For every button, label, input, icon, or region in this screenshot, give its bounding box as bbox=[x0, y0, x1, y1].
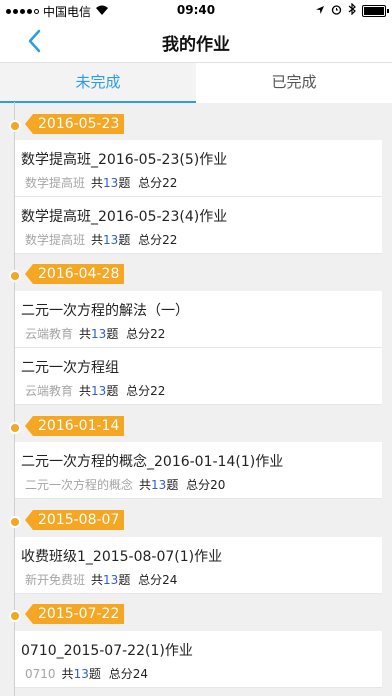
bluetooth-icon bbox=[348, 2, 356, 18]
homework-meta: 二元一次方程的概念 共13题 总分20 bbox=[25, 476, 225, 493]
total-score: 总分20 bbox=[186, 478, 226, 492]
tab-completed[interactable]: 已完成 bbox=[196, 63, 392, 101]
question-count: 13 bbox=[91, 327, 107, 341]
class-name: 二元一次方程的概念 bbox=[25, 478, 134, 492]
count-prefix: 共 bbox=[79, 384, 92, 398]
homework-title: 数学提高班_2016-05-23(4)作业 bbox=[21, 209, 228, 225]
date-tag: 2015-07-22 bbox=[24, 604, 125, 624]
count-suffix: 题 bbox=[118, 233, 131, 247]
count-suffix: 题 bbox=[166, 478, 179, 492]
homework-item[interactable]: 收费班级1_2015-08-07(1)作业 新开免费班 共13题 总分24 bbox=[15, 537, 382, 594]
class-name: 云端教育 bbox=[25, 327, 74, 341]
count-suffix: 题 bbox=[106, 384, 119, 398]
homework-meta: 云端教育 共13题 总分22 bbox=[25, 382, 165, 399]
homework-title: 二元一次方程组 bbox=[21, 360, 119, 376]
homework-meta: 云端教育 共13题 总分22 bbox=[25, 325, 165, 342]
total-score: 总分22 bbox=[138, 176, 178, 190]
homework-item[interactable]: 二元一次方程组 云端教育 共13题 总分22 bbox=[15, 348, 382, 405]
count-prefix: 共 bbox=[91, 176, 104, 190]
homework-meta: 数学提高班 共13题 总分22 bbox=[25, 174, 177, 191]
date-tag: 2016-01-14 bbox=[24, 416, 125, 436]
count-prefix: 共 bbox=[91, 573, 104, 587]
class-name: 云端教育 bbox=[25, 384, 74, 398]
question-count: 13 bbox=[151, 478, 167, 492]
homework-meta: 数学提高班 共13题 总分22 bbox=[25, 231, 177, 248]
timeline-dot bbox=[9, 120, 21, 132]
total-score: 总分22 bbox=[126, 384, 166, 398]
alarm-icon bbox=[331, 4, 342, 18]
question-count: 13 bbox=[103, 233, 119, 247]
question-count: 13 bbox=[103, 573, 119, 587]
date-tag: 2016-04-28 bbox=[24, 264, 125, 284]
battery-icon bbox=[362, 4, 389, 17]
homework-meta: 新开免费班 共13题 总分24 bbox=[25, 571, 177, 588]
class-name: 数学提高班 bbox=[25, 176, 86, 190]
question-count: 13 bbox=[73, 667, 89, 681]
status-bar: 中国电信 09:40 bbox=[0, 0, 392, 20]
homework-title: 0710_2015-07-22(1)作业 bbox=[21, 643, 193, 659]
date-tag: 2015-08-07 bbox=[24, 510, 125, 530]
tab-incomplete[interactable]: 未完成 bbox=[0, 63, 196, 103]
homework-meta: 0710 共13题 总分24 bbox=[25, 665, 148, 682]
homework-item[interactable]: 数学提高班_2016-05-23(4)作业 数学提高班 共13题 总分22 bbox=[15, 197, 382, 254]
count-suffix: 题 bbox=[106, 327, 119, 341]
homework-item[interactable]: 数学提高班_2016-05-23(5)作业 数学提高班 共13题 总分22 bbox=[15, 140, 382, 197]
class-name: 新开免费班 bbox=[25, 573, 86, 587]
date-tag: 2016-05-23 bbox=[24, 114, 125, 134]
homework-title: 二元一次方程的解法（一） bbox=[21, 303, 189, 319]
count-prefix: 共 bbox=[91, 233, 104, 247]
count-prefix: 共 bbox=[139, 478, 152, 492]
timeline-dot bbox=[9, 422, 21, 434]
location-icon bbox=[315, 4, 325, 18]
class-name: 数学提高班 bbox=[25, 233, 86, 247]
page-title: 我的作业 bbox=[162, 35, 230, 55]
total-score: 总分22 bbox=[138, 233, 178, 247]
class-name: 0710 bbox=[25, 667, 56, 681]
homework-title: 数学提高班_2016-05-23(5)作业 bbox=[21, 152, 228, 168]
tab-bar: 未完成 已完成 bbox=[0, 62, 392, 103]
total-score: 总分24 bbox=[138, 573, 178, 587]
total-score: 总分22 bbox=[126, 327, 166, 341]
homework-item[interactable]: 0710_2015-07-22(1)作业 0710 共13题 总分24 bbox=[15, 631, 382, 688]
homework-title: 二元一次方程的概念_2016-01-14(1)作业 bbox=[21, 454, 284, 470]
total-score: 总分24 bbox=[108, 667, 148, 681]
count-suffix: 题 bbox=[118, 573, 131, 587]
count-prefix: 共 bbox=[61, 667, 74, 681]
question-count: 13 bbox=[91, 384, 107, 398]
homework-item[interactable]: 二元一次方程的概念_2016-01-14(1)作业 二元一次方程的概念 共13题 … bbox=[15, 442, 382, 499]
timeline-dot bbox=[9, 516, 21, 528]
count-suffix: 题 bbox=[88, 667, 101, 681]
homework-title: 收费班级1_2015-08-07(1)作业 bbox=[21, 549, 223, 565]
question-count: 13 bbox=[103, 176, 119, 190]
count-suffix: 题 bbox=[118, 176, 131, 190]
timeline-dot bbox=[9, 610, 21, 622]
timeline-dot bbox=[9, 270, 21, 282]
homework-item[interactable]: 二元一次方程的解法（一） 云端教育 共13题 总分22 bbox=[15, 291, 382, 348]
nav-bar: 我的作业 bbox=[0, 20, 392, 62]
count-prefix: 共 bbox=[79, 327, 92, 341]
